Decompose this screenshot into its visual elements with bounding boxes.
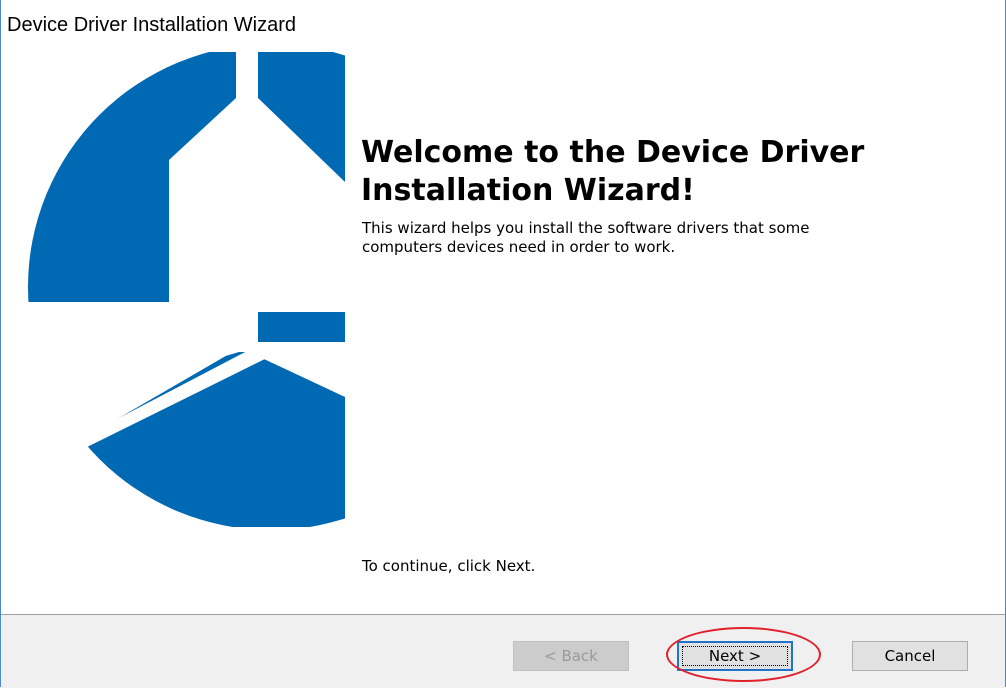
cancel-button[interactable]: Cancel xyxy=(852,641,968,671)
welcome-description-line2: computers devices need in order to work. xyxy=(362,238,676,256)
focus-rectangle xyxy=(682,646,788,666)
welcome-heading: Welcome to the Device Driver Installatio… xyxy=(361,134,961,210)
wizard-footer: < Back Next > Cancel xyxy=(1,614,1005,688)
continue-instruction: To continue, click Next. xyxy=(362,557,536,575)
welcome-description-line1: This wizard helps you install the softwa… xyxy=(362,219,810,237)
welcome-description: This wizard helps you install the softwa… xyxy=(362,219,962,257)
back-button[interactable]: < Back xyxy=(513,641,629,671)
next-button[interactable]: Next > xyxy=(677,641,793,671)
wizard-content: Welcome to the Device Driver Installatio… xyxy=(1,52,1005,614)
window-title: Device Driver Installation Wizard xyxy=(7,14,296,36)
driver-logo-icon xyxy=(9,52,345,527)
welcome-heading-line2: Installation Wizard! xyxy=(361,173,695,208)
wizard-window: Device Driver Installation Wizard Welcom… xyxy=(0,0,1006,688)
welcome-heading-line1: Welcome to the Device Driver xyxy=(361,135,865,170)
